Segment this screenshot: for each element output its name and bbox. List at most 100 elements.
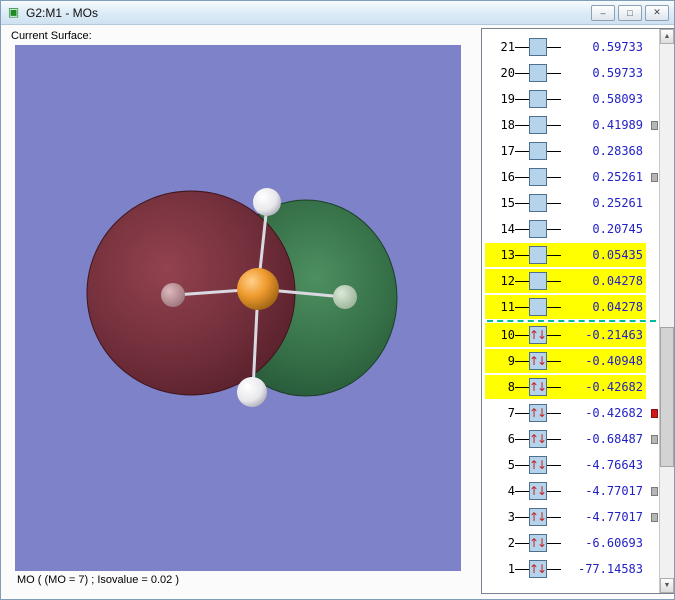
close-button[interactable]: ✕ bbox=[645, 5, 669, 21]
mo-row-14[interactable]: 14 0.20745 bbox=[485, 216, 658, 242]
mo-row-10[interactable]: 10↑↓-0.21463 bbox=[485, 322, 658, 348]
mo-index: 8 bbox=[489, 380, 515, 394]
tick-line bbox=[547, 517, 561, 518]
mo-occupancy-icon: ↑↓ bbox=[529, 508, 547, 526]
mo-row-7[interactable]: 7↑↓-0.42682 bbox=[485, 400, 658, 426]
mo-index: 19 bbox=[489, 92, 515, 106]
mo-row-4[interactable]: 4↑↓-4.77017 bbox=[485, 478, 658, 504]
mo-index: 16 bbox=[489, 170, 515, 184]
molecule-render bbox=[15, 45, 461, 571]
mo-row-21[interactable]: 210.59733 bbox=[485, 34, 658, 60]
tick-line bbox=[547, 465, 561, 466]
scroll-up-icon[interactable]: ▲ bbox=[660, 29, 674, 44]
mo-row-band: 14 0.20745 bbox=[485, 217, 646, 241]
tick-line bbox=[547, 73, 561, 74]
tick-line bbox=[547, 569, 561, 570]
mo-row-band: 6↑↓-0.68487 bbox=[485, 427, 646, 451]
molecule-viewport[interactable] bbox=[15, 45, 461, 571]
tick-line bbox=[547, 387, 561, 388]
mo-row-17[interactable]: 170.28368 bbox=[485, 138, 658, 164]
mo-row-band: 7↑↓-0.42682 bbox=[485, 401, 646, 425]
tick-line bbox=[547, 335, 561, 336]
electron-arrows-icon: ↑↓ bbox=[529, 537, 545, 549]
mo-row-11[interactable]: 110.04278 bbox=[485, 294, 658, 320]
mo-row-9[interactable]: 9↑↓-0.40948 bbox=[485, 348, 658, 374]
mo-energy: 0.25261 bbox=[563, 170, 643, 184]
mo-index: 15 bbox=[489, 196, 515, 210]
mo-row-18[interactable]: 180.41989 bbox=[485, 112, 658, 138]
tick-line bbox=[547, 151, 561, 152]
tick-line bbox=[547, 229, 561, 230]
surface-marker bbox=[651, 121, 658, 130]
tick-line bbox=[515, 151, 529, 152]
left-atom bbox=[161, 283, 185, 307]
tick-line bbox=[547, 281, 561, 282]
mo-occupancy-icon bbox=[529, 168, 547, 186]
mo-row-band: 8 ↑↓ -0.42682 bbox=[485, 375, 646, 399]
surface-marker bbox=[651, 513, 658, 522]
electron-arrows-icon: ↑↓ bbox=[529, 381, 545, 393]
mo-row-20[interactable]: 200.59733 bbox=[485, 60, 658, 86]
mo-index: 3 bbox=[489, 510, 515, 524]
tick-line bbox=[547, 177, 561, 178]
mo-occupancy-icon: ↑↓ bbox=[529, 430, 547, 448]
tick-line bbox=[515, 387, 529, 388]
mo-occupancy-icon bbox=[529, 272, 547, 290]
mo-energy: 0.20745 bbox=[563, 222, 643, 236]
tick-line bbox=[515, 255, 529, 256]
mo-row-16[interactable]: 16 0.25261 bbox=[485, 164, 658, 190]
mo-energy: -77.14583 bbox=[563, 562, 643, 576]
tick-line bbox=[515, 281, 529, 282]
mo-row-5[interactable]: 5↑↓-4.76643 bbox=[485, 452, 658, 478]
mo-row-3[interactable]: 3↑↓-4.77017 bbox=[485, 504, 658, 530]
mo-row-band: 190.58093 bbox=[485, 87, 646, 111]
mo-index: 14 bbox=[489, 222, 515, 236]
mo-energy: -0.21463 bbox=[563, 328, 643, 342]
minimize-button[interactable]: – bbox=[591, 5, 615, 21]
mo-panel: 210.59733200.59733190.58093180.41989170.… bbox=[481, 28, 675, 594]
mo-occupancy-icon bbox=[529, 298, 547, 316]
mo-row-2[interactable]: 2↑↓-6.60693 bbox=[485, 530, 658, 556]
tick-line bbox=[547, 491, 561, 492]
mo-row-1[interactable]: 1↑↓-77.14583 bbox=[485, 556, 658, 582]
tick-line bbox=[515, 229, 529, 230]
scroll-down-icon[interactable]: ▼ bbox=[660, 578, 674, 593]
mo-list-scrollbar[interactable]: ▲ ▼ bbox=[659, 29, 674, 593]
electron-arrows-icon: ↑↓ bbox=[529, 407, 545, 419]
tick-line bbox=[515, 73, 529, 74]
mo-row-8[interactable]: 8 ↑↓ -0.42682 bbox=[485, 374, 658, 400]
mo-energy: 0.41989 bbox=[563, 118, 643, 132]
electron-arrows-icon: ↑↓ bbox=[529, 355, 545, 367]
mo-occupancy-icon: ↑↓ bbox=[529, 560, 547, 578]
mo-row-15[interactable]: 150.25261 bbox=[485, 190, 658, 216]
tick-line bbox=[515, 439, 529, 440]
mo-row-6[interactable]: 6↑↓-0.68487 bbox=[485, 426, 658, 452]
mo-index: 12 bbox=[489, 274, 515, 288]
mo-row-12[interactable]: 120.04278 bbox=[485, 268, 658, 294]
mo-row-13[interactable]: 130.05435 bbox=[485, 242, 658, 268]
mo-row-band: 9↑↓-0.40948 bbox=[485, 349, 646, 373]
mo-occupancy-icon: ↑↓ bbox=[529, 326, 547, 344]
tick-line bbox=[515, 543, 529, 544]
mo-occupancy-icon bbox=[529, 220, 547, 238]
mo-row-19[interactable]: 190.58093 bbox=[485, 86, 658, 112]
mo-row-band: 130.05435 bbox=[485, 243, 646, 267]
tick-line bbox=[547, 307, 561, 308]
tick-line bbox=[547, 361, 561, 362]
tick-line bbox=[515, 307, 529, 308]
tick-line bbox=[515, 491, 529, 492]
tick-line bbox=[515, 47, 529, 48]
mo-row-band: 16 0.25261 bbox=[485, 165, 646, 189]
mo-row-band: 110.04278 bbox=[485, 295, 646, 319]
window-icon: ▣ bbox=[6, 5, 21, 20]
titlebar[interactable]: ▣ G2:M1 - MOs – □ ✕ bbox=[1, 1, 674, 25]
mo-index: 9 bbox=[489, 354, 515, 368]
mo-row-band: 10↑↓-0.21463 bbox=[485, 323, 646, 347]
mo-energy: 0.04278 bbox=[563, 300, 643, 314]
mo-occupancy-icon: ↑↓ bbox=[529, 404, 547, 422]
maximize-button[interactable]: □ bbox=[618, 5, 642, 21]
scrollbar-thumb[interactable] bbox=[660, 327, 674, 467]
mo-energy: -0.42682 bbox=[563, 380, 643, 394]
mo-occupancy-icon bbox=[529, 90, 547, 108]
mo-row-band: 2↑↓-6.60693 bbox=[485, 531, 646, 555]
